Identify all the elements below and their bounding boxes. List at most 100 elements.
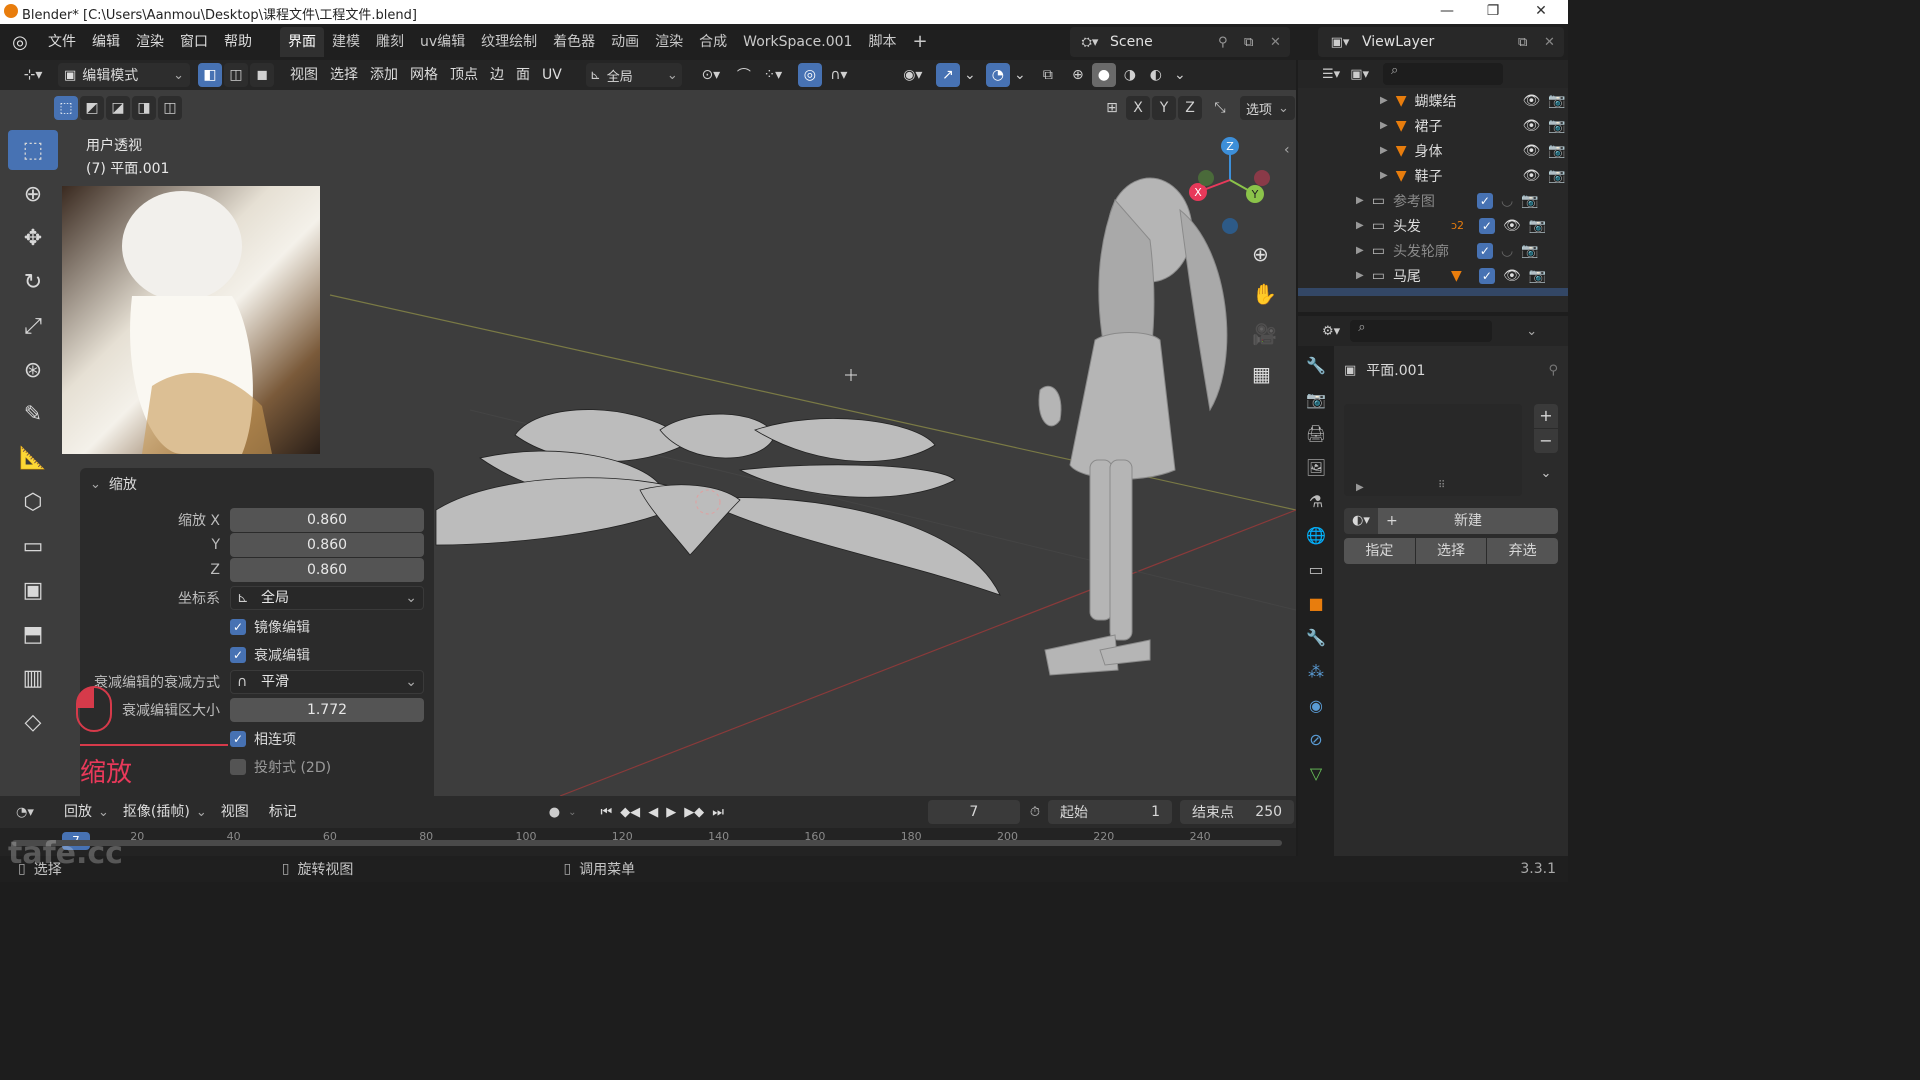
- select-invert-icon[interactable]: ◨: [132, 96, 156, 120]
- menu-uv[interactable]: UV: [536, 63, 568, 87]
- view-layer-tab-icon[interactable]: 🖼: [1301, 452, 1331, 482]
- scale-y-field[interactable]: 0.860: [230, 533, 424, 557]
- tab-scripting[interactable]: 脚本: [860, 27, 904, 57]
- add-workspace-button[interactable]: +: [904, 27, 935, 57]
- overlay-dropdown-icon[interactable]: ⌄: [1010, 63, 1030, 87]
- eye-icon[interactable]: 👁: [1522, 168, 1540, 184]
- view-menu[interactable]: 视图: [215, 800, 255, 824]
- outliner-item[interactable]: ▶ ▭ 马尾 ▼ ✓ 👁 📷: [1298, 263, 1568, 288]
- visibility-icon[interactable]: ◉▾: [896, 63, 930, 87]
- outliner-item[interactable]: ▶ ▼ 蝴蝶结 👁 📷: [1298, 88, 1568, 113]
- menu-select[interactable]: 选择: [324, 63, 364, 87]
- shading-dropdown-icon[interactable]: ⌄: [1170, 63, 1190, 87]
- snap-toggle-icon[interactable]: ⌒: [732, 63, 756, 87]
- camera-icon[interactable]: 📷: [1548, 93, 1565, 109]
- checkbox-checked-icon[interactable]: ✓: [1478, 217, 1495, 234]
- overlay-toggle-icon[interactable]: ◔: [985, 63, 1010, 87]
- rotate-tool-icon[interactable]: ↻: [8, 262, 58, 302]
- scene-tab-icon[interactable]: ⚗: [1301, 486, 1331, 516]
- annotate-tool-icon[interactable]: ✎: [8, 394, 58, 434]
- mirror-z-toggle[interactable]: Z: [1178, 96, 1202, 120]
- face-select-icon[interactable]: ◼: [250, 63, 274, 87]
- jump-start-icon[interactable]: ⏮: [600, 805, 612, 820]
- navigation-gizmo[interactable]: Z X Y: [1180, 132, 1280, 242]
- particles-tab-icon[interactable]: ⁂: [1301, 656, 1331, 686]
- chevron-down-icon[interactable]: ⌄: [1526, 324, 1537, 339]
- jump-end-icon[interactable]: ⏭: [712, 805, 724, 820]
- scene-selector[interactable]: ⛭▾ Scene ⚲ ⧉ ✕: [1070, 27, 1290, 57]
- tab-workspace-001[interactable]: WorkSpace.001: [735, 27, 860, 57]
- eye-icon[interactable]: 👁: [1522, 143, 1540, 159]
- pin-icon[interactable]: ⚲: [1218, 35, 1244, 50]
- output-tab-icon[interactable]: 🖨: [1301, 418, 1331, 448]
- render-tab-icon[interactable]: 📷: [1301, 384, 1331, 414]
- loop-cut-tool-icon[interactable]: ▥: [8, 658, 58, 698]
- scale-x-field[interactable]: 0.860: [230, 508, 424, 532]
- tab-shading[interactable]: 着色器: [545, 27, 603, 57]
- transform-orientation-dropdown[interactable]: ⊾ 全局 ⌄: [585, 63, 682, 87]
- selected-row-partial[interactable]: [1298, 288, 1568, 296]
- eye-icon[interactable]: 👁: [1522, 93, 1540, 109]
- falloff-icon[interactable]: ∩▾: [822, 63, 856, 87]
- play-reverse-icon[interactable]: ◀: [648, 805, 658, 820]
- world-tab-icon[interactable]: 🌐: [1301, 520, 1331, 550]
- slot-specials-icon[interactable]: ⌄: [1534, 462, 1558, 486]
- expand-arrow-icon[interactable]: ▶: [1356, 220, 1364, 231]
- menu-help[interactable]: 帮助: [216, 24, 260, 60]
- knife-tool-icon[interactable]: ◇: [8, 702, 58, 742]
- deselect-button[interactable]: 弃选: [1487, 538, 1559, 564]
- marker-menu[interactable]: 标记: [263, 800, 303, 824]
- move-tool-icon[interactable]: ✥: [8, 218, 58, 258]
- bevel-tool-icon[interactable]: ⬒: [8, 614, 58, 654]
- operator-panel-header[interactable]: ⌄ 缩放: [80, 468, 434, 500]
- edge-select-icon[interactable]: ◫: [224, 63, 248, 87]
- constraints-tab-icon[interactable]: ⊘: [1301, 724, 1331, 754]
- extrude-tool-icon[interactable]: ▭: [8, 526, 58, 566]
- vertex-select-icon[interactable]: ◧: [198, 63, 222, 87]
- camera-icon[interactable]: 📷: [1548, 118, 1565, 134]
- orientation-dropdown[interactable]: ⊾ 全局 ⌄: [230, 586, 424, 610]
- add-cube-tool-icon[interactable]: ⬡: [8, 482, 58, 522]
- projected-checkbox[interactable]: 投射式 (2D): [230, 756, 434, 778]
- gizmo-dropdown-icon[interactable]: ⌄: [960, 63, 980, 87]
- menu-mesh[interactable]: 网格: [404, 63, 444, 87]
- eye-closed-icon[interactable]: ◡: [1501, 193, 1513, 209]
- play-icon[interactable]: ▶: [666, 805, 676, 820]
- inset-tool-icon[interactable]: ▣: [8, 570, 58, 610]
- ortho-toggle-icon[interactable]: ▦: [1252, 362, 1271, 386]
- current-frame-field[interactable]: 7: [927, 800, 1020, 824]
- mirror-x-toggle[interactable]: X: [1126, 96, 1150, 120]
- data-tab-icon[interactable]: ▽: [1301, 758, 1331, 788]
- camera-icon[interactable]: 📷: [1521, 243, 1538, 259]
- autosnap-icon[interactable]: ⤡: [1208, 96, 1232, 120]
- eye-icon[interactable]: 👁: [1503, 268, 1521, 284]
- outliner-item[interactable]: ▶ ▼ 裙子 👁 📷: [1298, 113, 1568, 138]
- rendered-shading-icon[interactable]: ◐: [1144, 63, 1168, 87]
- eye-icon[interactable]: 👁: [1522, 118, 1540, 134]
- blender-menu-icon[interactable]: ◎: [0, 32, 40, 53]
- zoom-icon[interactable]: ⊕: [1252, 242, 1269, 266]
- select-subtract-icon[interactable]: ◪: [106, 96, 130, 120]
- keying-menu[interactable]: 抠像(插帧): [117, 800, 196, 824]
- pan-hand-icon[interactable]: ✋: [1252, 282, 1277, 306]
- eye-icon[interactable]: 👁: [1503, 218, 1521, 234]
- select-box-tool-icon[interactable]: ⬚: [8, 130, 58, 170]
- playback-menu[interactable]: 回放: [58, 800, 98, 824]
- cursor-tool-icon[interactable]: ⊕: [8, 174, 58, 214]
- tab-rendering[interactable]: 渲染: [647, 27, 691, 57]
- filter-icon[interactable]: ▣▾: [1350, 67, 1369, 82]
- maximize-button[interactable]: ❐: [1470, 0, 1516, 24]
- modifier-tab-icon[interactable]: 🔧: [1301, 622, 1331, 652]
- camera-icon[interactable]: 📷: [1548, 168, 1565, 184]
- select-intersect-icon[interactable]: ◫: [158, 96, 182, 120]
- editor-type-icon[interactable]: ⚙▾: [1322, 324, 1340, 339]
- material-slot-list[interactable]: ▶ ⠿: [1344, 404, 1522, 496]
- size-field[interactable]: 1.772: [230, 698, 424, 722]
- chevron-down-icon[interactable]: ⌄: [568, 807, 576, 818]
- gizmo-toggle-icon[interactable]: ↗: [935, 63, 960, 87]
- timeline-scrollbar[interactable]: [12, 840, 1282, 846]
- menu-face[interactable]: 面: [510, 63, 536, 87]
- expand-arrow-icon[interactable]: ▶: [1380, 95, 1388, 106]
- outliner-item[interactable]: ▶ ▭ 头发轮廓 ✓ ◡ 📷: [1298, 238, 1568, 263]
- mirror-checkbox[interactable]: ✓ 镜像编辑: [230, 616, 434, 638]
